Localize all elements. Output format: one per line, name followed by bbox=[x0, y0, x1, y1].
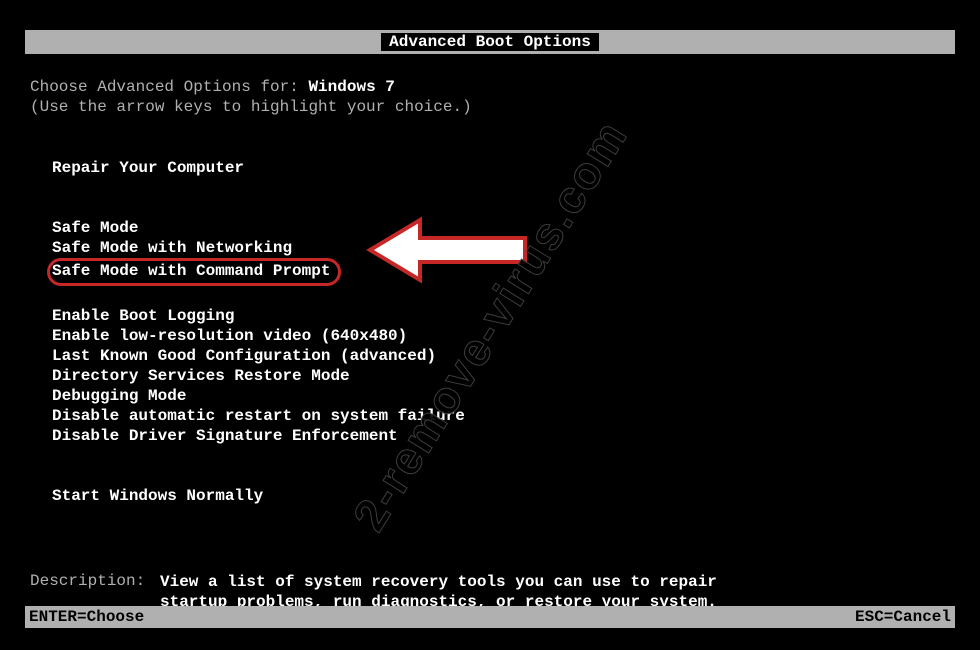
menu-item-noautorestart[interactable]: Disable automatic restart on system fail… bbox=[52, 406, 950, 426]
menu-item-lowres[interactable]: Enable low-resolution video (640x480) bbox=[52, 326, 950, 346]
menu-item-normal[interactable]: Start Windows Normally bbox=[52, 486, 950, 506]
menu-item-safemode-cmd[interactable]: Safe Mode with Command Prompt bbox=[52, 258, 950, 286]
title-bar: Advanced Boot Options bbox=[25, 30, 955, 54]
navigation-hint: (Use the arrow keys to highlight your ch… bbox=[30, 98, 950, 116]
menu-item-safemode[interactable]: Safe Mode bbox=[52, 218, 950, 238]
boot-menu[interactable]: Repair Your Computer Safe Mode Safe Mode… bbox=[52, 158, 950, 506]
footer-esc: ESC=Cancel bbox=[855, 608, 951, 626]
options-header: Choose Advanced Options for: Windows 7 bbox=[30, 78, 950, 96]
footer-bar: ENTER=Choose ESC=Cancel bbox=[25, 606, 955, 628]
options-prefix: Choose Advanced Options for: bbox=[30, 78, 308, 96]
menu-item-lastknown[interactable]: Last Known Good Configuration (advanced) bbox=[52, 346, 950, 366]
menu-item-repair[interactable]: Repair Your Computer bbox=[52, 158, 950, 178]
highlighted-option: Safe Mode with Command Prompt bbox=[47, 258, 341, 286]
content-area: Choose Advanced Options for: Windows 7 (… bbox=[30, 78, 950, 612]
menu-item-nosigenforce[interactable]: Disable Driver Signature Enforcement bbox=[52, 426, 950, 446]
os-name: Windows 7 bbox=[308, 78, 394, 96]
menu-item-dsrestore[interactable]: Directory Services Restore Mode bbox=[52, 366, 950, 386]
page-title: Advanced Boot Options bbox=[381, 33, 599, 51]
menu-item-debug[interactable]: Debugging Mode bbox=[52, 386, 950, 406]
menu-item-safemode-net[interactable]: Safe Mode with Networking bbox=[52, 238, 950, 258]
menu-item-bootlog[interactable]: Enable Boot Logging bbox=[52, 306, 950, 326]
footer-enter: ENTER=Choose bbox=[29, 608, 144, 626]
